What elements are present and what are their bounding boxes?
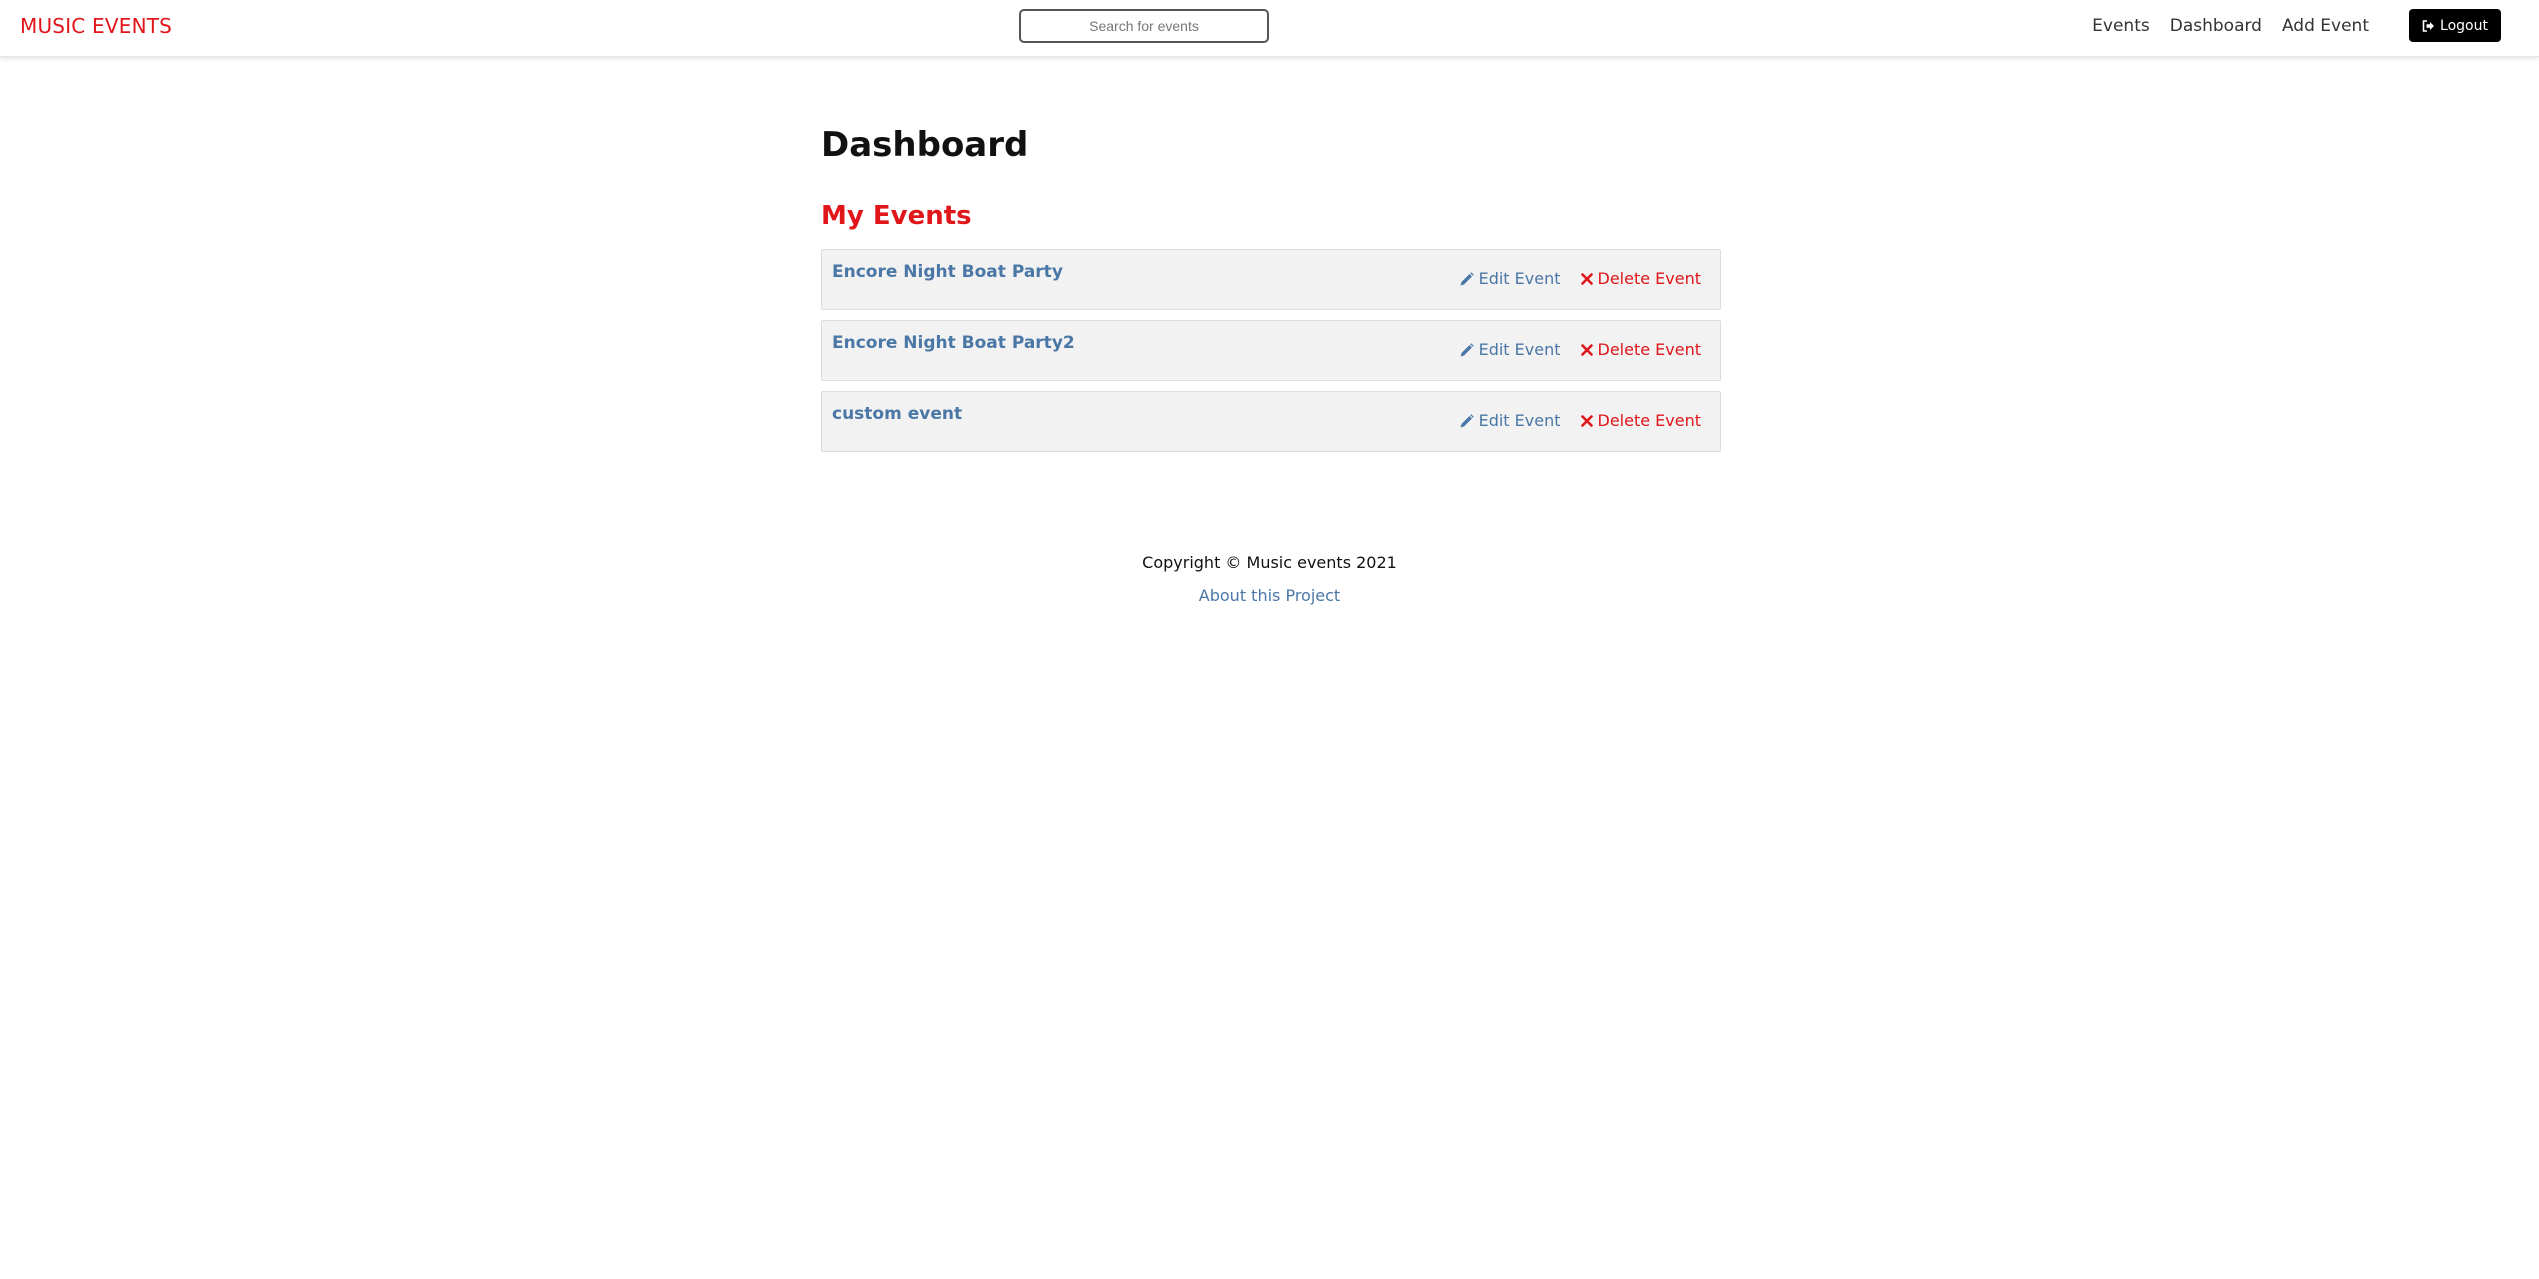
close-icon bbox=[1580, 344, 1593, 356]
logout-button[interactable]: Logout bbox=[2409, 9, 2501, 42]
footer: Copyright © Music events 2021 About this… bbox=[0, 552, 2539, 607]
event-card: custom event Edit Event Delete Event bbox=[821, 391, 1721, 452]
close-icon bbox=[1580, 415, 1593, 427]
event-title-link[interactable]: Encore Night Boat Party bbox=[832, 260, 1063, 284]
top-navbar: MUSIC EVENTS Events Dashboard Add Event … bbox=[0, 0, 2539, 57]
search-input[interactable] bbox=[1019, 9, 1269, 43]
pencil-icon bbox=[1459, 271, 1474, 287]
nav-link-events[interactable]: Events bbox=[2092, 14, 2150, 38]
sign-out-icon bbox=[2422, 19, 2435, 32]
copyright-text: Copyright © Music events 2021 bbox=[1142, 553, 1397, 572]
nav-link-add-event[interactable]: Add Event bbox=[2282, 14, 2369, 38]
delete-event-button[interactable]: Delete Event bbox=[1580, 339, 1702, 361]
edit-event-button[interactable]: Edit Event bbox=[1459, 339, 1561, 361]
edit-event-button[interactable]: Edit Event bbox=[1459, 268, 1561, 290]
event-actions: Edit Event Delete Event bbox=[1459, 410, 1701, 432]
delete-event-label: Delete Event bbox=[1597, 269, 1702, 288]
event-list: Encore Night Boat Party Edit Event Delet… bbox=[821, 249, 1721, 462]
page-title: Dashboard bbox=[821, 125, 1029, 165]
event-card: Encore Night Boat Party2 Edit Event Dele… bbox=[821, 320, 1721, 381]
edit-event-label: Edit Event bbox=[1478, 269, 1561, 288]
pencil-icon bbox=[1459, 413, 1474, 429]
main-nav: Events Dashboard Add Event bbox=[2092, 14, 2369, 38]
event-title-link[interactable]: Encore Night Boat Party2 bbox=[832, 331, 1075, 355]
section-title-my-events: My Events bbox=[821, 201, 972, 231]
brand-logo-link[interactable]: MUSIC EVENTS bbox=[20, 13, 172, 39]
edit-event-label: Edit Event bbox=[1478, 340, 1561, 359]
pencil-icon bbox=[1459, 342, 1474, 358]
edit-event-button[interactable]: Edit Event bbox=[1459, 410, 1561, 432]
about-project-link[interactable]: About this Project bbox=[1199, 585, 1340, 607]
logout-label: Logout bbox=[2440, 17, 2488, 34]
event-card: Encore Night Boat Party Edit Event Delet… bbox=[821, 249, 1721, 310]
edit-event-label: Edit Event bbox=[1478, 411, 1561, 430]
delete-event-button[interactable]: Delete Event bbox=[1580, 268, 1702, 290]
event-title-link[interactable]: custom event bbox=[832, 402, 962, 426]
delete-event-button[interactable]: Delete Event bbox=[1580, 410, 1702, 432]
event-actions: Edit Event Delete Event bbox=[1459, 268, 1701, 290]
delete-event-label: Delete Event bbox=[1597, 411, 1702, 430]
delete-event-label: Delete Event bbox=[1597, 340, 1702, 359]
nav-link-dashboard[interactable]: Dashboard bbox=[2170, 14, 2262, 38]
event-actions: Edit Event Delete Event bbox=[1459, 339, 1701, 361]
close-icon bbox=[1580, 273, 1593, 285]
